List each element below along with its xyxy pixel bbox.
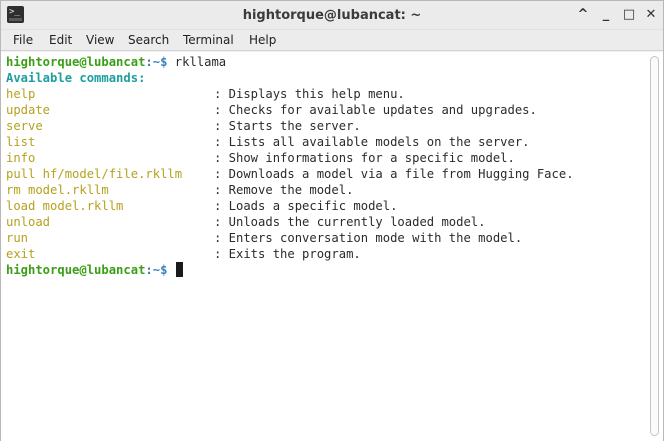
command-desc: : Checks for available updates and upgra… bbox=[214, 103, 537, 117]
command-name: unload bbox=[6, 215, 51, 229]
maximize-icon[interactable]: □ bbox=[621, 7, 637, 23]
command-name: rm model.rkllm bbox=[6, 183, 109, 197]
prompt-user-host: hightorque@lubancat bbox=[6, 55, 146, 69]
command-name: info bbox=[6, 151, 36, 165]
command-desc: : Displays this help menu. bbox=[214, 87, 405, 101]
command-desc: : Remove the model. bbox=[214, 183, 354, 197]
menu-help[interactable]: Help bbox=[249, 33, 276, 47]
command-row: rm model.rkllm : Remove the model. bbox=[6, 182, 574, 198]
command-name: load model.rkllm bbox=[6, 199, 124, 213]
command-row: update : Checks for available updates and… bbox=[6, 102, 574, 118]
terminal-window: >_ hightorque@lubancat: ~ ^ _ □ ✕ File E… bbox=[0, 0, 664, 441]
prompt-line-1: hightorque@lubancat:~$ rkllama bbox=[6, 54, 574, 70]
command-row: run : Enters conversation mode with the m… bbox=[6, 230, 574, 246]
command-row: exit : Exits the program. bbox=[6, 246, 574, 262]
command-name: serve bbox=[6, 119, 43, 133]
command-row: pull hf/model/file.rkllm : Downloads a mo… bbox=[6, 166, 574, 182]
menu-view[interactable]: View bbox=[86, 33, 114, 47]
window-title: hightorque@lubancat: ~ bbox=[242, 8, 422, 23]
command-name: run bbox=[6, 231, 29, 245]
terminal-output[interactable]: hightorque@lubancat:~$ rkllama Available… bbox=[1, 52, 663, 441]
command-row: unload : Unloads the currently loaded mod… bbox=[6, 214, 574, 230]
command-desc: : Show informations for a specific model… bbox=[214, 151, 515, 165]
command-desc: : Enters conversation mode with the mode… bbox=[214, 231, 523, 245]
command-name: help bbox=[6, 87, 36, 101]
title-bar[interactable]: >_ hightorque@lubancat: ~ ^ _ □ ✕ bbox=[1, 1, 663, 30]
command-desc: : Downloads a model via a file from Hugg… bbox=[214, 167, 574, 181]
text-cursor bbox=[175, 262, 183, 277]
command-name: pull hf/model/file.rkllm bbox=[6, 167, 183, 181]
prompt-line-2: hightorque@lubancat:~$ bbox=[6, 262, 574, 278]
command-desc: : Exits the program. bbox=[214, 247, 361, 261]
rollup-icon[interactable]: ^ bbox=[575, 7, 591, 23]
prompt-path: :~$ bbox=[145, 263, 168, 277]
command-row: help : Displays this help menu. bbox=[6, 86, 574, 102]
command-row: list : Lists all available models on the … bbox=[6, 134, 574, 150]
prompt-path: :~$ bbox=[145, 55, 168, 69]
command-row: info : Show informations for a specific m… bbox=[6, 150, 574, 166]
minimize-icon[interactable]: _ bbox=[598, 7, 614, 23]
command-desc: : Lists all available models on the serv… bbox=[214, 135, 530, 149]
menu-terminal[interactable]: Terminal bbox=[183, 33, 234, 47]
typed-command: rkllama bbox=[167, 55, 227, 69]
command-row: serve : Starts the server. bbox=[6, 118, 574, 134]
command-name: update bbox=[6, 103, 51, 117]
command-row: load model.rkllm : Loads a specific model… bbox=[6, 198, 574, 214]
menu-file[interactable]: File bbox=[13, 33, 33, 47]
menu-edit[interactable]: Edit bbox=[49, 33, 72, 47]
close-icon[interactable]: ✕ bbox=[643, 7, 659, 23]
command-name: list bbox=[6, 135, 36, 149]
commands-header-line: Available commands: bbox=[6, 70, 574, 86]
prompt-user-host: hightorque@lubancat bbox=[6, 263, 146, 277]
command-desc: : Starts the server. bbox=[214, 119, 361, 133]
menu-bar: File Edit View Search Terminal Help bbox=[1, 30, 663, 51]
vertical-scrollbar[interactable] bbox=[650, 56, 659, 436]
command-name: exit bbox=[6, 247, 36, 261]
commands-header: Available commands: bbox=[6, 71, 146, 85]
command-desc: : Unloads the currently loaded model. bbox=[214, 215, 486, 229]
terminal-lines: hightorque@lubancat:~$ rkllama Available… bbox=[6, 54, 574, 278]
command-desc: : Loads a specific model. bbox=[214, 199, 398, 213]
menu-search[interactable]: Search bbox=[128, 33, 169, 47]
